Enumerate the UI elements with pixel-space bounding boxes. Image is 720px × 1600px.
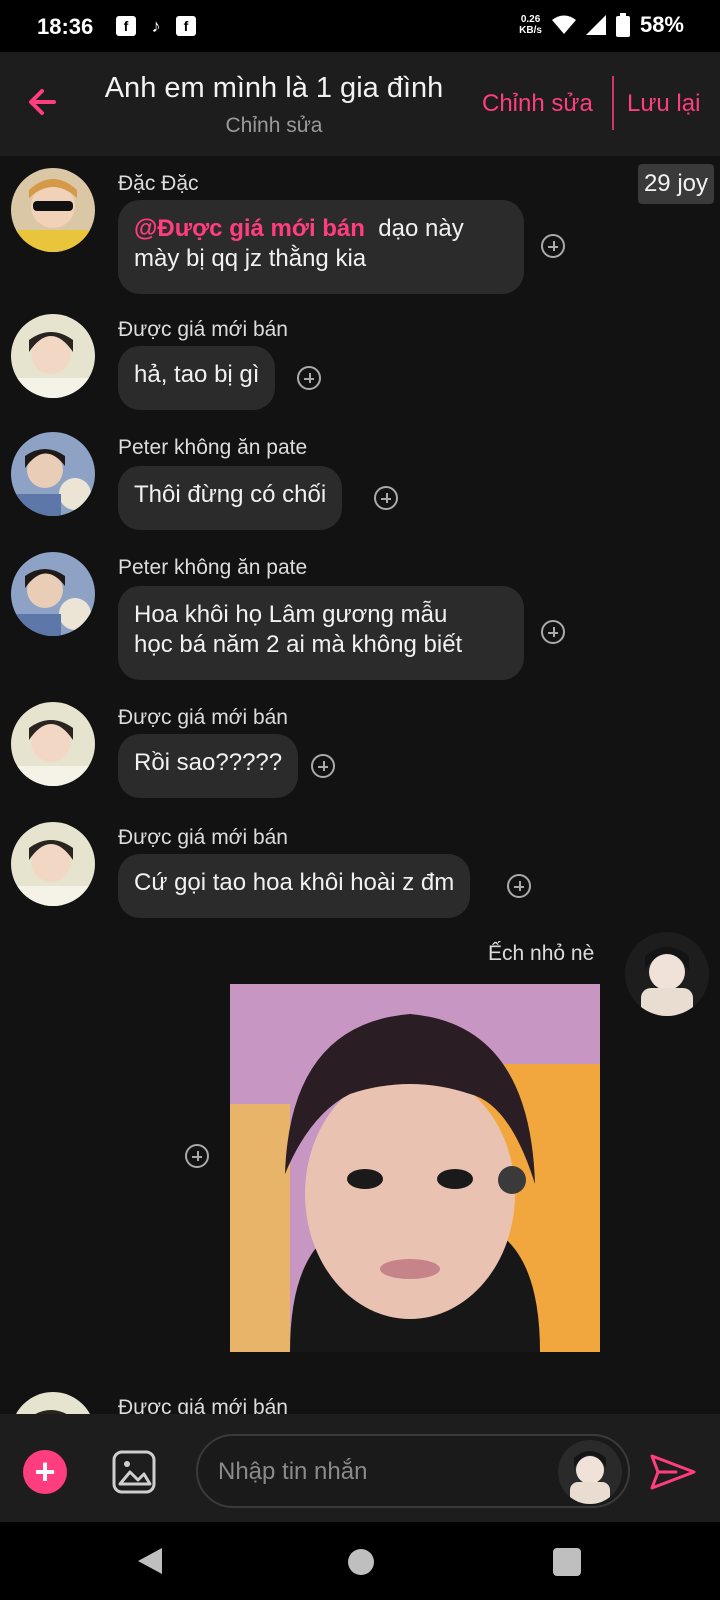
- back-arrow-icon[interactable]: [24, 82, 64, 122]
- image-picker-icon[interactable]: [112, 1450, 156, 1494]
- facebook-icon: f: [176, 16, 196, 36]
- sender-name: Ếch nhỏ nè: [488, 942, 595, 965]
- header-divider: [612, 76, 614, 130]
- image-message[interactable]: [230, 984, 600, 1352]
- group-title: Anh em mình là 1 gia đình: [104, 72, 444, 104]
- sender-name: Peter không ăn pate: [118, 556, 308, 579]
- network-speed-value: 0.26: [520, 14, 541, 25]
- nav-recents-icon[interactable]: [553, 1548, 581, 1576]
- status-bar: 18:36 f ♪ f 0.26 KB/s 58%: [0, 0, 720, 52]
- joy-badge[interactable]: 29 joy: [637, 164, 714, 204]
- sender-name: Được giá mới bán: [118, 318, 288, 341]
- nav-home-icon[interactable]: [348, 1549, 374, 1575]
- sender-name: Được giá mới bán: [118, 1396, 288, 1414]
- avatar[interactable]: [625, 932, 709, 1016]
- avatar[interactable]: [11, 314, 95, 398]
- message-input[interactable]: [216, 1454, 540, 1490]
- status-time: 18:36: [37, 14, 94, 39]
- mention-tag[interactable]: @Được giá mới bán: [134, 215, 365, 242]
- message-bubble[interactable]: Cứ gọi tao hoa khôi hoài z đm: [118, 854, 471, 918]
- wifi-icon: [551, 15, 576, 34]
- notification-icons: f ♪ f: [116, 16, 196, 36]
- network-speed-unit: KB/s: [519, 25, 542, 36]
- nav-back-icon[interactable]: [136, 1546, 164, 1576]
- save-button[interactable]: Lưu lại: [627, 90, 700, 118]
- battery-icon: [615, 13, 630, 37]
- network-speed: 0.26 KB/s: [519, 14, 542, 36]
- add-reaction-icon[interactable]: [311, 754, 335, 778]
- sender-name: Được giá mới bán: [118, 826, 288, 849]
- add-reaction-icon[interactable]: [185, 1144, 209, 1168]
- message-text: hả, tao bị gì: [134, 361, 260, 388]
- message-input-wrapper[interactable]: [196, 1434, 630, 1508]
- sender-name: Peter không ăn pate: [118, 436, 308, 459]
- message-bubble[interactable]: Rồi sao?????: [118, 734, 299, 798]
- message-text: Cứ gọi tao hoa khôi hoài z đm: [134, 869, 455, 896]
- message-text: dạo này: [378, 215, 464, 242]
- avatar[interactable]: [11, 1392, 95, 1414]
- avatar[interactable]: [11, 432, 95, 516]
- message-bubble[interactable]: Thôi đừng có chối: [118, 466, 343, 530]
- add-reaction-icon[interactable]: [507, 874, 531, 898]
- add-reaction-icon[interactable]: [541, 234, 565, 258]
- sender-name: Đặc Đặc: [118, 172, 199, 195]
- tiktok-icon: ♪: [151, 15, 161, 36]
- message-text: Hoa khôi họ Lâm gương mẫu: [134, 601, 448, 628]
- message-text: Thôi đừng có chối: [134, 481, 327, 508]
- message-bubble[interactable]: @Được giá mới bán dạo này mày bị qq jz t…: [118, 200, 524, 294]
- avatar[interactable]: [11, 168, 95, 252]
- sticker-avatar[interactable]: [558, 1440, 622, 1504]
- add-button[interactable]: +: [23, 1450, 67, 1494]
- battery-percent: 58%: [639, 12, 684, 37]
- add-reaction-icon[interactable]: [374, 486, 398, 510]
- message-list[interactable]: 29 joy Đặc Đặc @Được giá mới bán dạo này…: [0, 156, 720, 1414]
- message-bubble[interactable]: Hoa khôi họ Lâm gương mẫu học bá năm 2 a…: [118, 586, 524, 680]
- avatar[interactable]: [11, 552, 95, 636]
- sender-name: Được giá mới bán: [118, 706, 288, 729]
- message-composer: +: [0, 1414, 720, 1522]
- edit-button[interactable]: Chỉnh sửa: [482, 90, 593, 118]
- avatar[interactable]: [11, 822, 95, 906]
- message-bubble[interactable]: hả, tao bị gì: [118, 346, 276, 410]
- group-subtitle[interactable]: Chỉnh sửa: [100, 114, 448, 138]
- message-text: học bá năm 2 ai mà không biết: [134, 631, 463, 658]
- system-nav-bar: [0, 1522, 720, 1600]
- chat-header: Anh em mình là 1 gia đình Chỉnh sửa Chỉn…: [0, 52, 720, 156]
- avatar[interactable]: [11, 702, 95, 786]
- send-icon[interactable]: [650, 1452, 696, 1492]
- message-text: mày bị qq jz thằng kia: [134, 245, 367, 272]
- add-reaction-icon[interactable]: [541, 620, 565, 644]
- facebook-icon: f: [116, 16, 136, 36]
- message-text: Rồi sao?????: [134, 749, 283, 776]
- add-reaction-icon[interactable]: [297, 366, 321, 390]
- signal-icon: [585, 15, 606, 35]
